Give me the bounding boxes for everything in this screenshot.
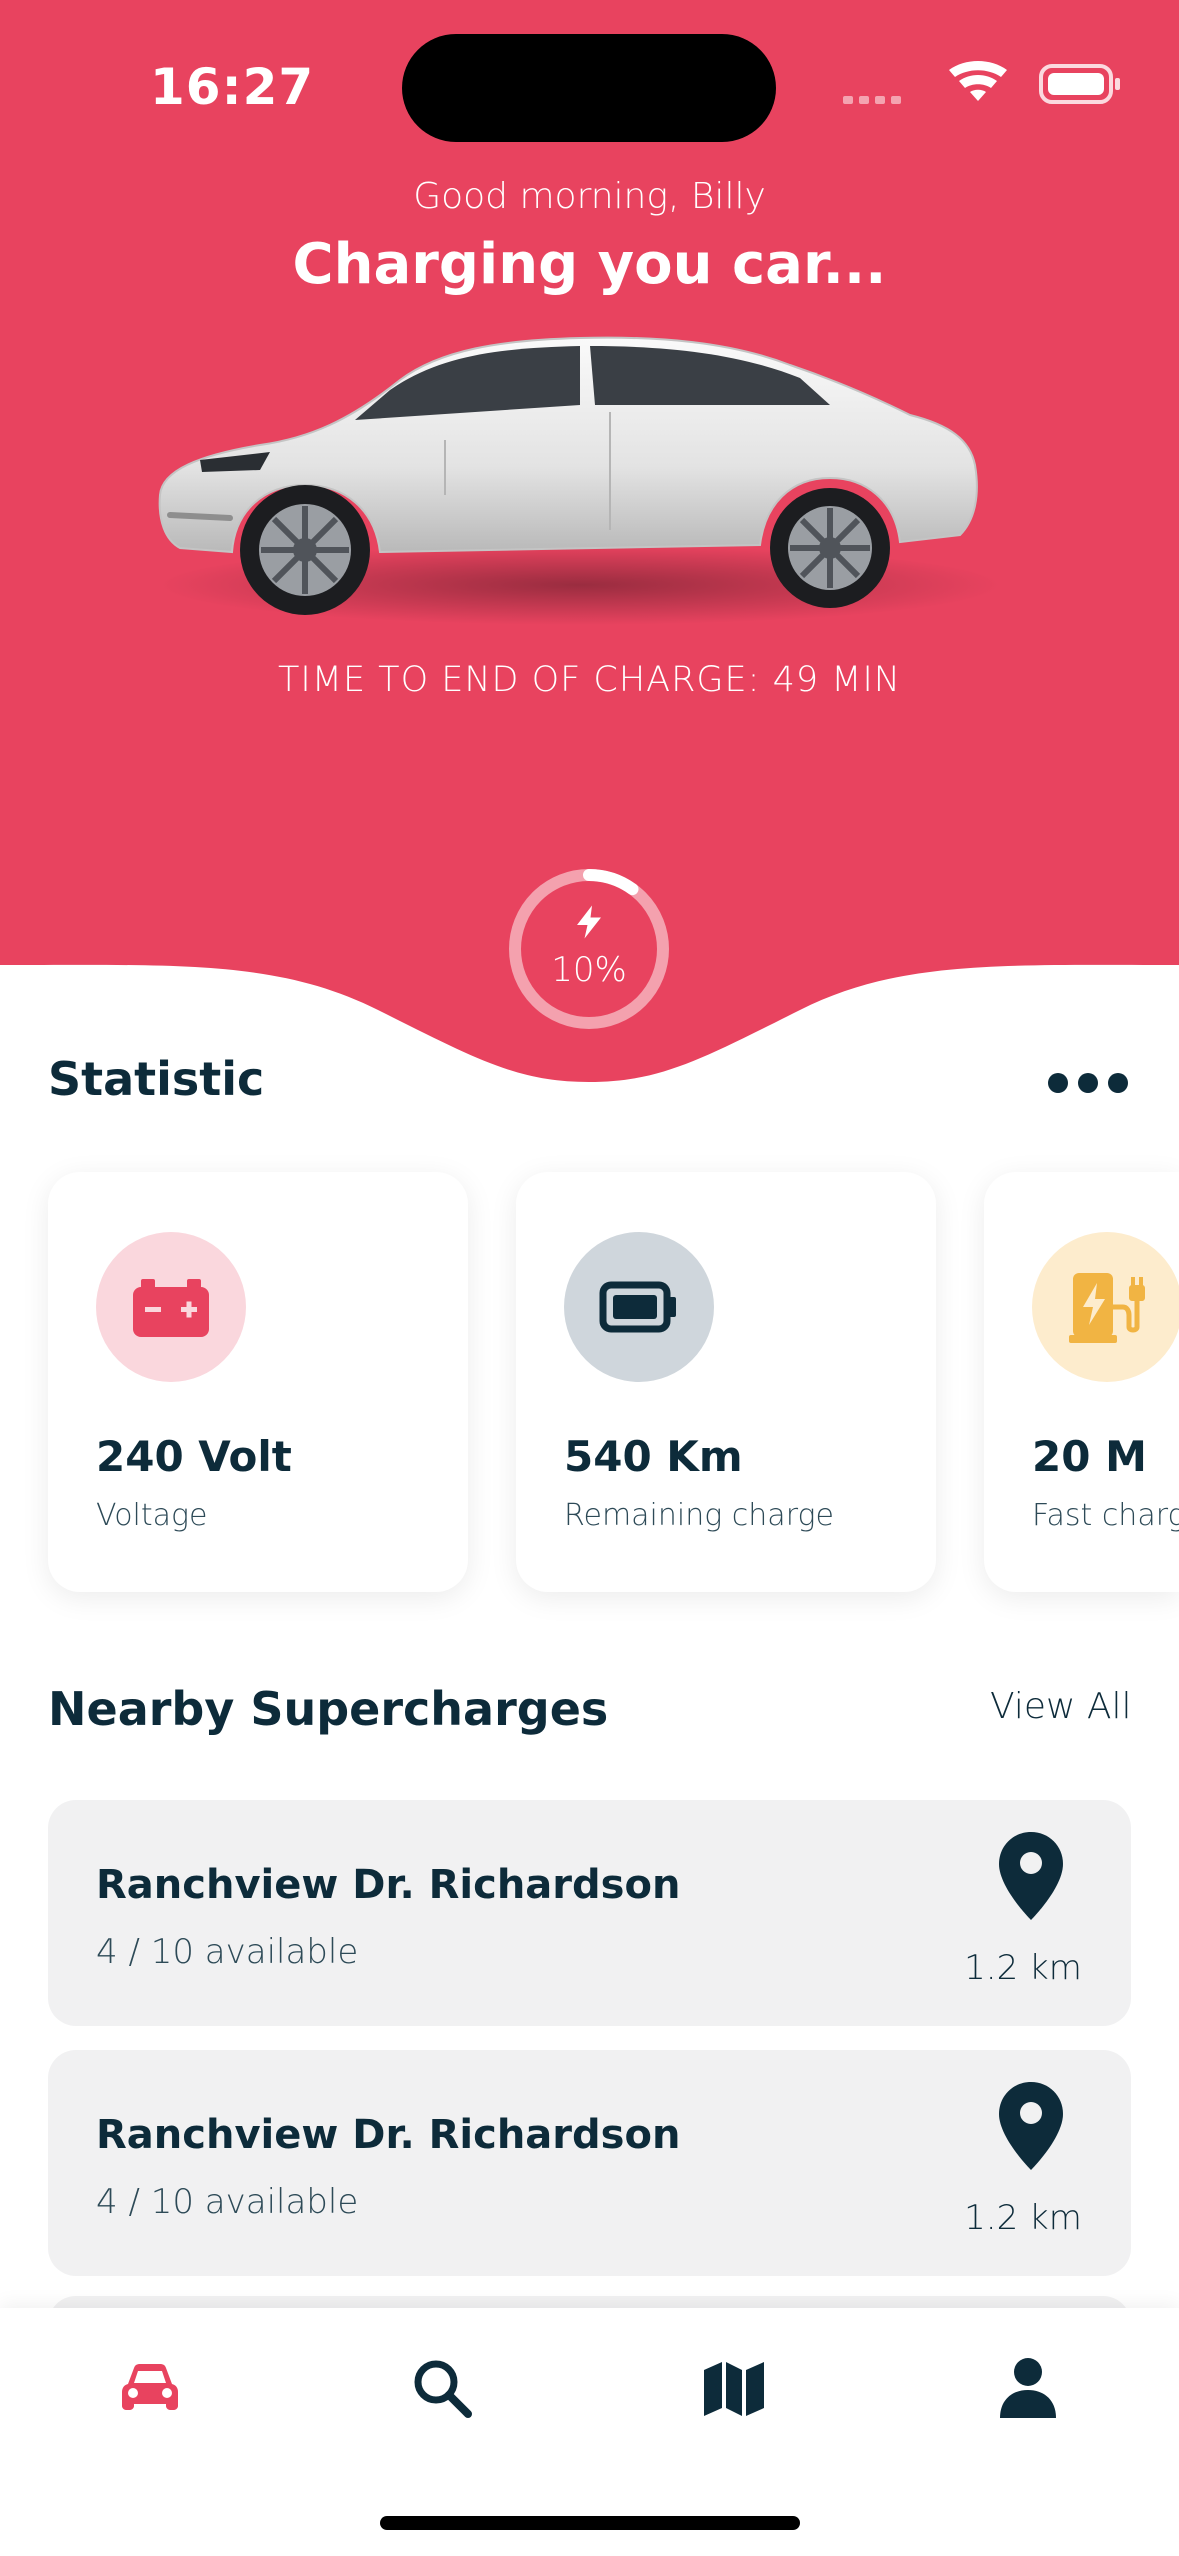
- nearby-title: Nearby Supercharges: [48, 1682, 609, 1736]
- tab-user-icon[interactable]: [996, 2356, 1060, 2420]
- dynamic-island: [402, 34, 776, 142]
- tab-car-icon[interactable]: [118, 2356, 182, 2420]
- station-availability: 4 / 10 available: [96, 2182, 359, 2222]
- location-pin-icon: [999, 2082, 1063, 2170]
- station-distance: 1.2 km: [964, 1948, 1082, 1988]
- charge-gauge: [509, 869, 669, 1029]
- wifi-icon: [949, 61, 1007, 101]
- stat-label: Remaining charge: [564, 1498, 834, 1533]
- charging-station-icon: [1069, 1273, 1145, 1343]
- battery-icon: [599, 1281, 676, 1333]
- status-time: 16:27: [150, 58, 315, 116]
- station-distance: 1.2 km: [964, 2198, 1082, 2238]
- bolt-icon: [577, 905, 601, 939]
- stat-icon-circle: [96, 1232, 246, 1382]
- cellular-signal-icon: [843, 96, 901, 104]
- station-availability: 4 / 10 available: [96, 1932, 359, 1972]
- stat-value: 240 Volt: [96, 1432, 292, 1481]
- front-wheel: [240, 485, 370, 615]
- station-card[interactable]: Ranchview Dr. Richardson 4 / 10 availabl…: [48, 2050, 1131, 2276]
- location-pin-icon: [999, 1832, 1063, 1920]
- stat-icon-circle: [1032, 1232, 1179, 1382]
- stat-value: 540 Km: [564, 1432, 743, 1481]
- stat-card-fast-charge[interactable]: 20 M Fast charg: [984, 1172, 1179, 1592]
- charge-time-remaining: TIME TO END OF CHARGE: 49 MIN: [278, 660, 901, 700]
- stat-label: Voltage: [96, 1498, 208, 1533]
- status-icons: [843, 61, 1120, 104]
- car-battery-icon: [133, 1279, 209, 1337]
- charge-percent: 10%: [551, 950, 627, 990]
- rear-wheel: [770, 488, 890, 608]
- charging-headline: Charging you car...: [292, 232, 887, 297]
- home-indicator: [380, 2516, 800, 2530]
- view-all-link[interactable]: View All: [990, 1686, 1132, 1727]
- stat-label: Fast charg: [1032, 1498, 1179, 1533]
- station-name: Ranchview Dr. Richardson: [96, 1862, 681, 1908]
- battery-status-icon: [1039, 64, 1120, 104]
- tab-search-icon[interactable]: [410, 2356, 474, 2420]
- tab-map-icon[interactable]: [702, 2356, 766, 2420]
- stat-card-voltage[interactable]: 240 Volt Voltage: [48, 1172, 468, 1592]
- station-card[interactable]: Ranchview Dr. Richardson 4 / 10 availabl…: [48, 1800, 1131, 2026]
- statistic-title: Statistic: [48, 1052, 265, 1106]
- greeting-text: Good morning, Billy: [413, 176, 766, 217]
- station-name: Ranchview Dr. Richardson: [96, 2112, 681, 2158]
- car-image: [158, 336, 1000, 625]
- stat-card-remaining-charge[interactable]: 540 Km Remaining charge: [516, 1172, 936, 1592]
- stat-value: 20 M: [1032, 1432, 1147, 1481]
- stat-icon-circle: [564, 1232, 714, 1382]
- more-options-icon[interactable]: [1048, 1068, 1128, 1098]
